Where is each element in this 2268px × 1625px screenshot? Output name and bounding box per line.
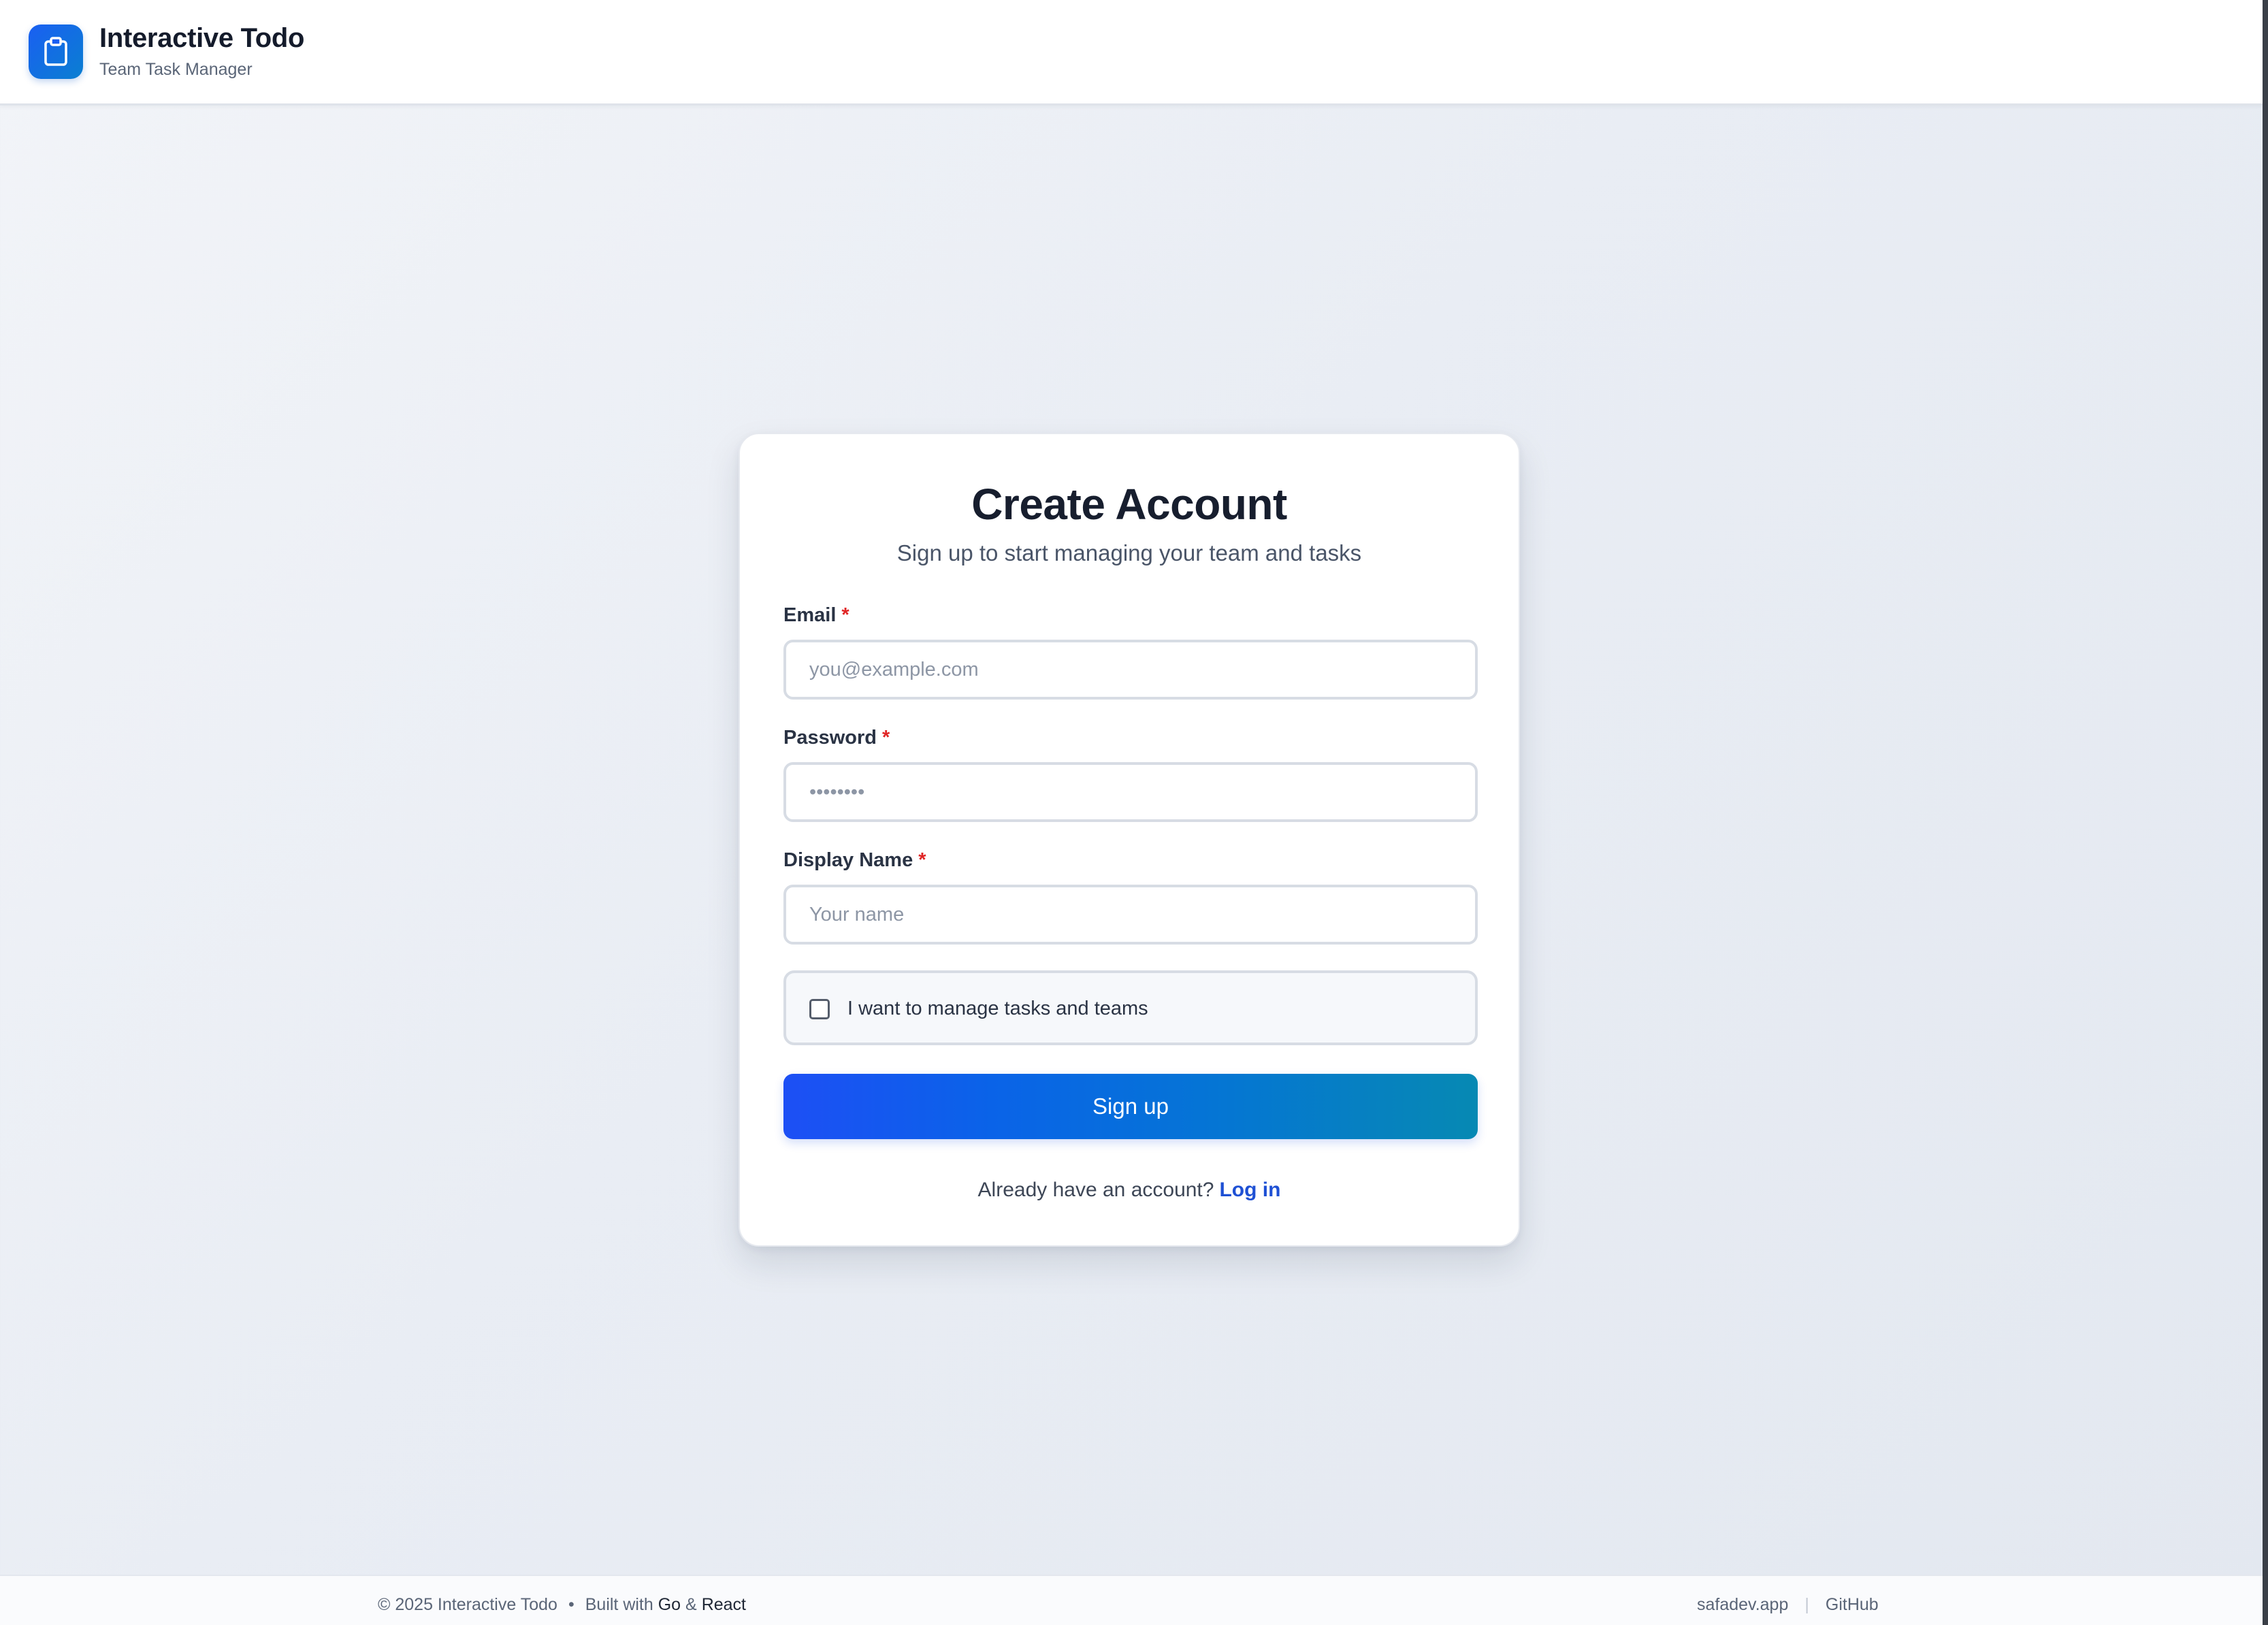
signup-button[interactable]: Sign up xyxy=(783,1074,1478,1139)
app-title: Interactive Todo xyxy=(99,23,305,53)
display-name-label-text: Display Name xyxy=(783,849,913,871)
required-marker: * xyxy=(841,604,849,626)
copyright-text: © 2025 Interactive Todo xyxy=(378,1595,557,1614)
login-prompt-text: Already have an account? xyxy=(977,1179,1214,1201)
manager-checkbox[interactable] xyxy=(809,999,830,1019)
login-link[interactable]: Log in xyxy=(1219,1179,1280,1201)
footer-link-separator: | xyxy=(1804,1595,1809,1614)
footer-credits: © 2025 Interactive Todo • Built with Go & … xyxy=(378,1595,746,1615)
app-subtitle: Team Task Manager xyxy=(99,60,253,79)
password-field[interactable] xyxy=(783,762,1478,822)
tech-react: React xyxy=(701,1595,746,1614)
app-header: Interactive Todo Team Task Manager xyxy=(0,0,2263,105)
email-field[interactable] xyxy=(783,640,1478,700)
password-label: Password * xyxy=(783,727,890,749)
tech-go: Go xyxy=(658,1595,681,1614)
signup-card: Create Account Sign up to start managing… xyxy=(739,433,1520,1247)
window-edge xyxy=(2263,0,2268,1625)
email-label-text: Email xyxy=(783,604,837,626)
password-label-text: Password xyxy=(783,727,877,749)
footer-links: safadev.app | GitHub xyxy=(1697,1595,1879,1615)
built-with-text: Built with xyxy=(585,1595,653,1614)
display-name-field[interactable] xyxy=(783,885,1478,945)
display-name-label: Display Name * xyxy=(783,849,926,872)
site-link[interactable]: safadev.app xyxy=(1697,1595,1788,1614)
manager-checkbox-row[interactable]: I want to manage tasks and teams xyxy=(783,970,1478,1045)
page-title: Create Account xyxy=(971,480,1287,529)
footer-dot: • xyxy=(568,1595,574,1614)
ampersand: & xyxy=(685,1595,697,1614)
email-label: Email * xyxy=(783,604,849,627)
clipboard-icon[interactable] xyxy=(29,24,83,79)
page-subtitle: Sign up to start managing your team and … xyxy=(896,540,1362,565)
manager-checkbox-label[interactable]: I want to manage tasks and teams xyxy=(847,998,1148,1020)
github-link[interactable]: GitHub xyxy=(1826,1595,1879,1614)
login-prompt: Already have an account? Log in xyxy=(740,1179,1519,1202)
app-footer: © 2025 Interactive Todo • Built with Go & … xyxy=(0,1575,2263,1625)
required-marker: * xyxy=(882,727,890,749)
required-marker: * xyxy=(918,849,926,871)
